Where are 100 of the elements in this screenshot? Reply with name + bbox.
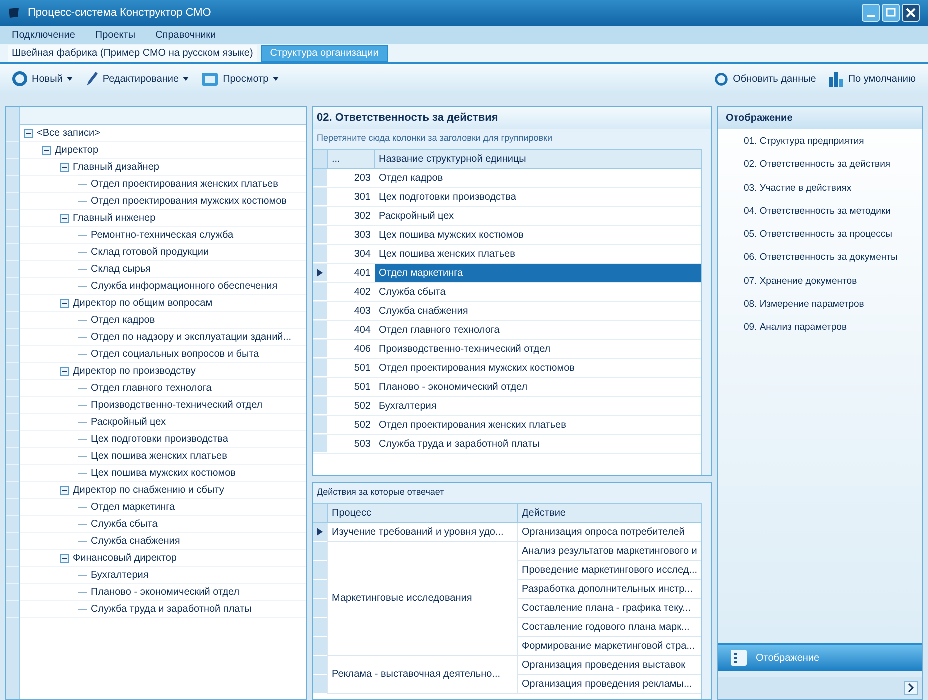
column-header[interactable]: ... (327, 150, 375, 168)
tree-item[interactable]: Цех пошива мужских костюмов (91, 466, 236, 480)
toolbar-button[interactable]: Обновить данные (714, 71, 816, 87)
tree-item[interactable]: Отдел проектирования женских платьев (91, 176, 278, 192)
tree-item[interactable]: Директор по производству (73, 364, 196, 378)
menu-item[interactable]: Проекты (95, 28, 136, 42)
tree-item[interactable]: Ремонтно-техническая служба (91, 228, 234, 242)
row-indicator-icon (317, 268, 323, 276)
tree-item[interactable]: Производственно-технический отдел (91, 398, 263, 412)
table-row[interactable]: 203 Отдел кадров (313, 169, 701, 188)
view-link[interactable]: 05. Ответственность за процессы (744, 228, 922, 242)
table-row[interactable]: 503 Служба труда и заработной платы (313, 435, 701, 454)
tree-item[interactable]: Служба сбыта (91, 516, 158, 532)
tree-item[interactable]: Цех подготовки производства (91, 432, 228, 446)
menu-item[interactable]: Подключение (12, 28, 76, 42)
toolbar-dropdown-button[interactable]: Редактирование (84, 71, 190, 87)
table-cell: Составление плана - графика теку... (517, 599, 701, 618)
table-row[interactable]: 406 Производственно-технический отдел (313, 340, 701, 359)
table-row[interactable]: 403 Служба снабжения (313, 302, 701, 321)
table-cell-text: Бухгалтерия (378, 400, 438, 414)
view-link[interactable]: 02. Ответственность за действия (744, 158, 922, 172)
view-link[interactable]: 04. Ответственность за методики (744, 204, 922, 219)
pencil-icon (84, 71, 99, 87)
table-cell-text: Производственно-технический отдел (378, 342, 552, 356)
row-selector[interactable] (313, 264, 327, 282)
collapse-icon[interactable] (60, 554, 69, 562)
view-link[interactable]: 09. Анализ параметров (744, 321, 922, 336)
table-row[interactable]: 401 Отдел маркетинга (313, 264, 701, 283)
caret-icon (183, 77, 190, 81)
toolbar-dropdown-button[interactable]: Просмотр (201, 70, 279, 88)
tree-item[interactable]: Склад готовой продукции (91, 244, 210, 260)
collapse-icon[interactable] (60, 162, 69, 172)
view-link[interactable]: 08. Измерение параметров (744, 298, 922, 312)
table-cell-text: 502 (353, 400, 372, 414)
tree-item[interactable]: Директор по общим вопросам (73, 296, 213, 310)
row-selector[interactable] (313, 523, 327, 542)
column-header[interactable]: Процесс (327, 503, 517, 523)
tree-item[interactable]: Отдел кадров (91, 312, 156, 328)
toolbar-button[interactable]: По умолчанию (828, 71, 916, 87)
tree-item[interactable]: Главный инженер (73, 210, 156, 226)
tree-item[interactable]: Раскройный цех (91, 414, 166, 430)
toolbar-dropdown-button[interactable]: Новый (12, 71, 73, 87)
table-cell: Организация проведения выставок (517, 656, 701, 675)
table-cell: Анализ результатов маркетингового и (517, 542, 701, 561)
tree-item[interactable]: Финансовый директор (73, 550, 177, 566)
menu-item[interactable]: Справочники (156, 28, 216, 42)
collapse-icon[interactable] (24, 128, 33, 138)
minimize-icon[interactable] (862, 4, 880, 22)
collapse-icon[interactable] (60, 366, 69, 376)
close-icon[interactable] (902, 4, 920, 22)
view-link[interactable]: 06. Ответственность за документы (744, 251, 922, 266)
table-cell-text: Отдел главного технолога (378, 324, 501, 338)
table-cell-text: 402 (353, 286, 372, 300)
table-cell-text: 303 (353, 228, 372, 242)
tree-item[interactable]: <Все записи> (37, 126, 100, 140)
tree-item[interactable]: Цех пошива женских платьев (91, 448, 228, 464)
table-cell-text: 203 (353, 172, 372, 186)
group-by-hint: Перетяните сюда колонки за заголовки для группировки (313, 129, 711, 149)
tree-item[interactable]: Отдел проектирования мужских костюмов (91, 194, 287, 208)
collapse-icon[interactable] (42, 146, 51, 154)
tree-item[interactable]: Отдел социальных вопросов и быта (91, 346, 260, 362)
document-tab[interactable]: Швейная фабрика (Пример СМО на русском языке) (8, 45, 258, 62)
refresh-icon (714, 72, 730, 86)
table-row[interactable]: 502 Отдел проектирования женских платьев (313, 416, 701, 435)
collapse-icon[interactable] (60, 486, 69, 494)
table-cell: Проведение маркетингового исслед... (517, 561, 701, 580)
tree-item[interactable]: Бухгалтерия (91, 568, 149, 582)
table-row[interactable]: 501 Отдел проектирования мужских костюмов (313, 359, 701, 378)
table-cell: Организация проведения рекламы... (517, 675, 701, 694)
tree-item[interactable]: Отдел главного технолога (91, 380, 212, 396)
column-header[interactable]: Название структурной единицы (375, 150, 701, 168)
table-cell-text: Раскройный цех (378, 210, 456, 224)
tree-item[interactable]: Планово - экономический отдел (91, 584, 240, 600)
column-header[interactable]: Действие (517, 503, 701, 523)
table-cell-text: 304 (353, 248, 372, 262)
tree-item[interactable]: Отдел по надзору и эксплуатации зданий... (91, 330, 292, 344)
table-row[interactable]: 501 Планово - экономический отдел (313, 378, 701, 397)
view-link[interactable]: 07. Хранение документов (744, 274, 922, 289)
tree-item[interactable]: Служба труда и заработной платы (91, 602, 252, 616)
tree-item[interactable]: Склад сырья (91, 262, 152, 276)
collapse-icon[interactable] (60, 298, 69, 308)
view-link[interactable]: 03. Участие в действиях (744, 182, 922, 196)
table-row[interactable]: 302 Раскройный цех (313, 207, 701, 226)
tree-item[interactable]: Служба информационного обеспечения (91, 278, 278, 294)
table-row[interactable]: 303 Цех пошива мужских костюмов (313, 226, 701, 245)
table-cell-text: Отдел кадров (378, 172, 444, 186)
table-row[interactable]: 502 Бухгалтерия (313, 397, 701, 416)
table-row[interactable]: 301 Цех подготовки производства (313, 188, 701, 207)
panel-title: Отображение (718, 107, 922, 129)
tree-item[interactable]: Отдел маркетинга (91, 500, 176, 514)
tree-item[interactable]: Директор (55, 142, 99, 158)
table-row[interactable]: 402 Служба сбыта (313, 283, 701, 302)
collapse-icon[interactable] (60, 214, 69, 222)
table-cell: Формирование маркетинговой стра... (517, 637, 701, 656)
view-link[interactable]: 01. Структура предприятия (744, 135, 922, 150)
table-row[interactable]: 404 Отдел главного технолога (313, 321, 701, 340)
tree-item[interactable]: Главный дизайнер (73, 160, 160, 174)
chevron-icon[interactable] (904, 681, 918, 695)
tree-item[interactable]: Директор по снабжению и сбыту (73, 482, 224, 498)
tree-item[interactable]: Служба снабжения (91, 534, 180, 548)
